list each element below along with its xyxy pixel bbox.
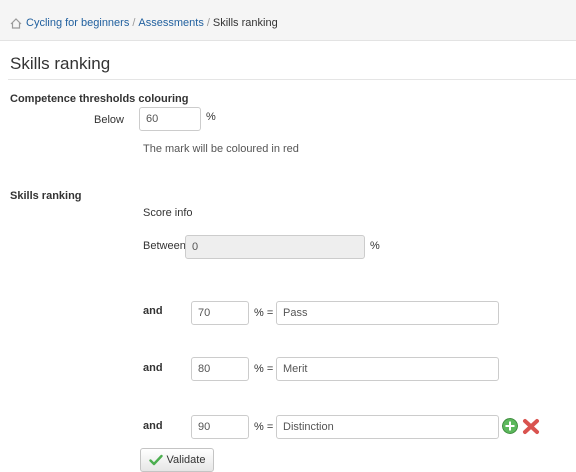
breadcrumb-separator: /: [206, 17, 210, 29]
thresholds-heading: Competence thresholds colouring: [10, 93, 189, 105]
below-threshold-input[interactable]: [139, 107, 201, 131]
equals-label: % =: [254, 363, 274, 375]
check-icon: [148, 454, 163, 466]
page-title: Skills ranking: [10, 54, 111, 73]
threshold-help-text: The mark will be coloured in red: [143, 143, 299, 155]
between-input: [185, 235, 365, 259]
and-label: and: [143, 305, 163, 317]
title-divider: [8, 79, 576, 80]
level-name-input[interactable]: [276, 301, 499, 325]
ranking-heading: Skills ranking: [10, 190, 82, 202]
validate-label: Validate: [166, 454, 206, 466]
and-label: and: [143, 420, 163, 432]
below-label: Below: [94, 114, 124, 126]
equals-label: % =: [254, 421, 274, 433]
home-icon[interactable]: [10, 18, 22, 29]
breadcrumb-link-assessments[interactable]: Assessments: [138, 17, 203, 29]
add-icon[interactable]: [502, 418, 518, 434]
level-threshold-input[interactable]: [191, 415, 249, 439]
level-name-input[interactable]: [276, 415, 499, 439]
between-label: Between: [143, 240, 186, 252]
equals-label: % =: [254, 307, 274, 319]
level-name-input[interactable]: [276, 357, 499, 381]
between-unit: %: [370, 240, 380, 252]
and-label: and: [143, 362, 163, 374]
level-threshold-input[interactable]: [191, 301, 249, 325]
breadcrumb-link-course[interactable]: Cycling for beginners: [26, 17, 129, 29]
breadcrumb-current: Skills ranking: [212, 17, 278, 29]
breadcrumb: Cycling for beginners / Assessments / Skills…: [26, 17, 278, 29]
validate-button[interactable]: Validate: [140, 448, 214, 472]
delete-icon[interactable]: [522, 418, 540, 435]
below-unit: %: [206, 111, 216, 123]
score-info-label: Score info: [143, 207, 193, 219]
level-threshold-input[interactable]: [191, 357, 249, 381]
